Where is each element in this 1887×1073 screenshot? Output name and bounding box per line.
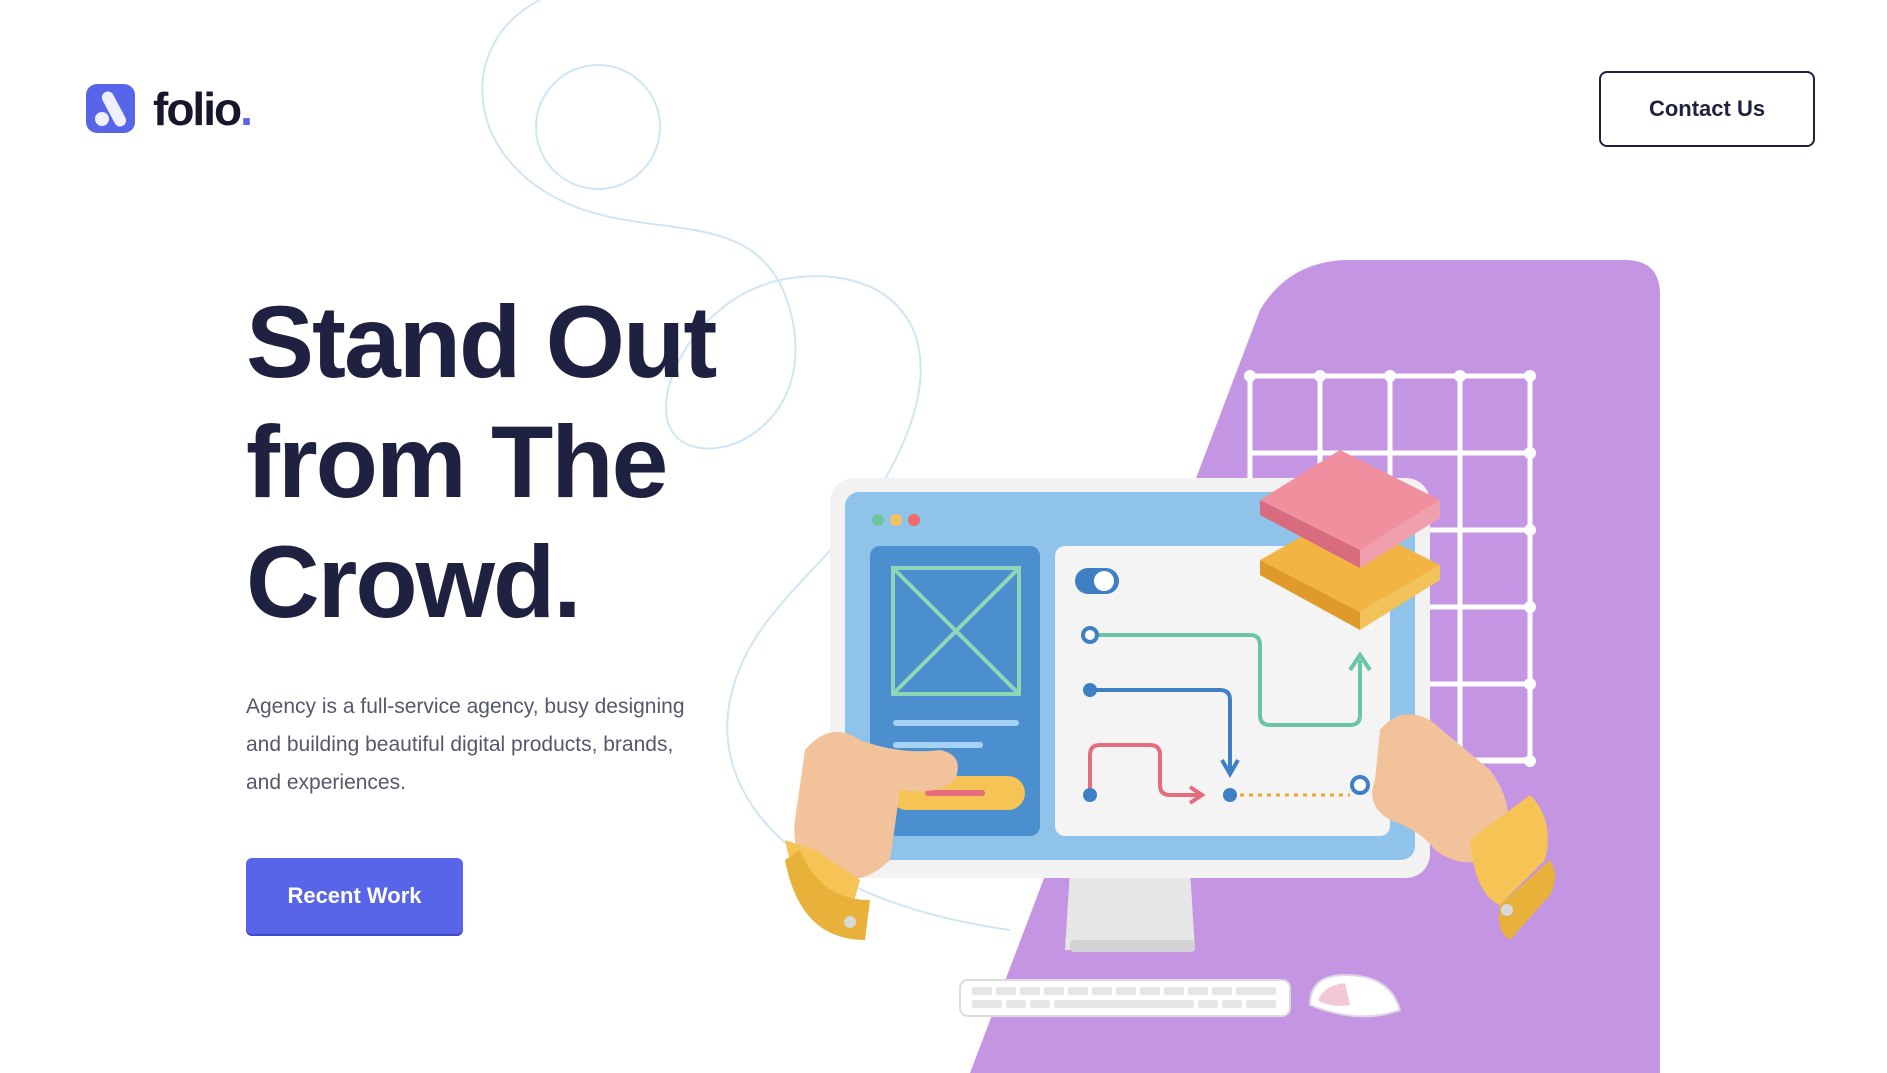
contact-us-button[interactable]: Contact Us (1599, 71, 1815, 147)
hero-illustration (785, 260, 1660, 1073)
keyboard-icon (959, 979, 1291, 1017)
hero-description: Agency is a full-service agency, busy de… (246, 695, 685, 794)
recent-work-button[interactable]: Recent Work (246, 858, 463, 934)
brand-logo[interactable]: folio. (86, 82, 253, 135)
logo-wordmark: folio. (153, 82, 253, 135)
logo-icon (86, 84, 135, 133)
landing-page: folio. Contact Us Stand Out from The Cro… (0, 0, 1887, 1073)
